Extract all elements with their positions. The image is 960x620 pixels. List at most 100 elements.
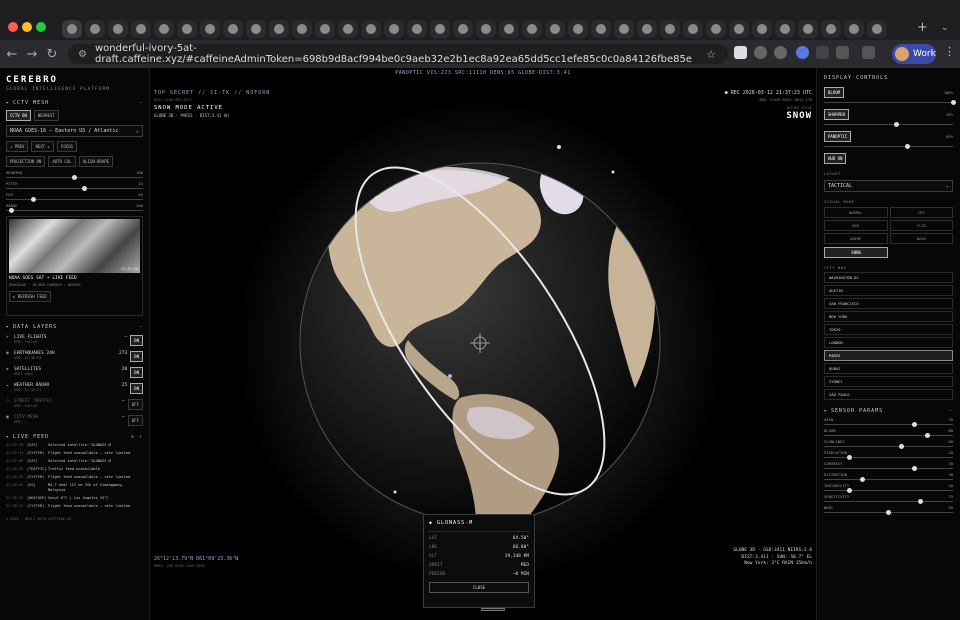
maximize-window-button[interactable] [36,22,46,32]
extensions-puzzle-icon[interactable] [836,46,849,59]
browser-tab[interactable] [476,20,496,38]
slider-track[interactable] [824,466,953,471]
site-info-icon[interactable]: ⚙ [78,49,87,60]
forward-button[interactable]: → [22,44,42,64]
city-nav-item[interactable]: SÃO PAULO [824,389,953,400]
slider-track[interactable] [824,444,953,449]
tab-menu-chevron-icon[interactable]: ⌄ [941,23,949,33]
drawer-handle[interactable] [481,608,505,611]
browser-tab[interactable] [683,20,703,38]
browser-tab[interactable] [591,20,611,38]
satellite-marker[interactable] [623,239,627,243]
refresh-feed-button[interactable]: ↻ REFRESH FEED [9,291,51,302]
city-nav-item[interactable]: TOKYO [824,324,953,335]
browser-tab[interactable] [108,20,128,38]
browser-tab[interactable] [177,20,197,38]
sensor-params-header[interactable]: ▸ SENSOR PARAMS — [824,408,953,414]
cctv-on-button[interactable]: CCTV ON [6,110,31,121]
city-nav-item[interactable]: LONDON [824,337,953,348]
browser-tab[interactable] [361,20,381,38]
slider-knob[interactable] [860,477,866,482]
city-nav-item[interactable]: NEW YORK [824,311,953,322]
browser-tab[interactable] [246,20,266,38]
cctv-section-header[interactable]: ▸ CCTV MESH — [6,100,143,106]
slider-knob[interactable] [893,122,899,127]
slider-knob[interactable] [918,499,924,504]
browser-tab[interactable] [775,20,795,38]
visual-mode-option[interactable]: NOIR [889,233,953,244]
city-nav-item[interactable]: DUBAI [824,363,953,374]
browser-tab[interactable] [407,20,427,38]
visual-mode-option[interactable]: NORMAL [824,207,888,218]
auto-cal-button[interactable]: AUTO CAL [48,156,76,167]
layer-toggle-button[interactable]: ON [130,335,143,346]
slider-knob[interactable] [847,488,853,493]
close-window-button[interactable] [8,22,18,32]
projection-button[interactable]: PROJECTION ON [6,156,46,167]
toggle-button[interactable]: PANOPTIC [824,131,852,142]
layer-toggle-button[interactable]: ON [130,383,143,394]
layer-toggle-button[interactable]: ON [130,367,143,378]
collapse-icon[interactable]: — [949,408,953,414]
prev-button[interactable]: ◂ PREV [6,141,29,152]
browser-tab[interactable] [85,20,105,38]
city-nav-item[interactable]: PARIS [824,350,953,361]
browser-tab[interactable] [545,20,565,38]
slider-knob[interactable] [898,444,904,449]
extension-icon[interactable] [734,46,747,59]
address-bar[interactable]: ⚙ wonderful-ivory-5at-draft.caffeine.xyz… [68,43,728,65]
browser-tab[interactable] [338,20,358,38]
browser-tab[interactable] [637,20,657,38]
new-tab-button[interactable]: + [917,20,928,35]
slider-track[interactable] [824,422,953,427]
browser-tab[interactable] [660,20,680,38]
globe-viewport[interactable]: PANOPTIC VIS:273 SRC:11110 DENS:65 GLOBE… [150,68,816,620]
slider-knob[interactable] [8,208,14,213]
layer-toggle-button[interactable]: OFF [127,399,143,410]
layer-toggle-button[interactable]: ON [130,351,143,362]
satellite-marker[interactable] [393,490,397,494]
slider-track[interactable] [6,208,143,213]
city-nav-item[interactable]: AUSTIN [824,285,953,296]
browser-tab[interactable] [729,20,749,38]
browser-tab[interactable] [867,20,887,38]
visual-mode-option[interactable]: FLIR [889,220,953,231]
hud-button[interactable]: HUD ON [824,153,847,164]
browser-tab[interactable] [223,20,243,38]
browser-tab[interactable] [752,20,772,38]
toggle-button[interactable]: BLOOM [824,87,845,98]
close-button[interactable]: CLOSE [429,582,529,593]
focus-button[interactable]: FOCUS [56,141,77,152]
slider-track[interactable] [824,144,953,149]
browser-tab[interactable] [568,20,588,38]
slider-knob[interactable] [81,186,87,191]
slider-knob[interactable] [30,197,36,202]
satellite-marker[interactable] [611,170,615,174]
browser-tab[interactable] [200,20,220,38]
browser-tab[interactable] [384,20,404,38]
slider-track[interactable] [824,510,953,515]
slider-track[interactable] [824,122,953,127]
align-drape-button[interactable]: ALIGN-DRAPE [78,156,114,167]
slider-knob[interactable] [911,466,917,471]
back-button[interactable]: ← [2,44,22,64]
feed-section-header[interactable]: ▸ LIVE FEED ▪ ▾ [6,434,143,440]
browser-tab[interactable] [292,20,312,38]
city-nav-item[interactable]: WASHINGTON DC [824,272,953,283]
satellite-marker[interactable] [375,196,379,200]
minimize-window-button[interactable] [22,22,32,32]
side-panel-icon[interactable] [862,46,875,59]
collapse-icon[interactable]: — [139,324,143,330]
extension-icon[interactable] [816,46,829,59]
city-nav-item[interactable]: SYDNEY [824,376,953,387]
slider-knob[interactable] [950,100,956,105]
visual-mode-option[interactable]: CRT [889,207,953,218]
browser-tab[interactable] [154,20,174,38]
slider-knob[interactable] [905,144,911,149]
browser-tab[interactable] [821,20,841,38]
slider-knob[interactable] [72,175,77,180]
extension-icon[interactable] [796,46,809,59]
browser-tab[interactable] [131,20,151,38]
browser-tab[interactable] [430,20,450,38]
slider-track[interactable] [824,100,956,105]
